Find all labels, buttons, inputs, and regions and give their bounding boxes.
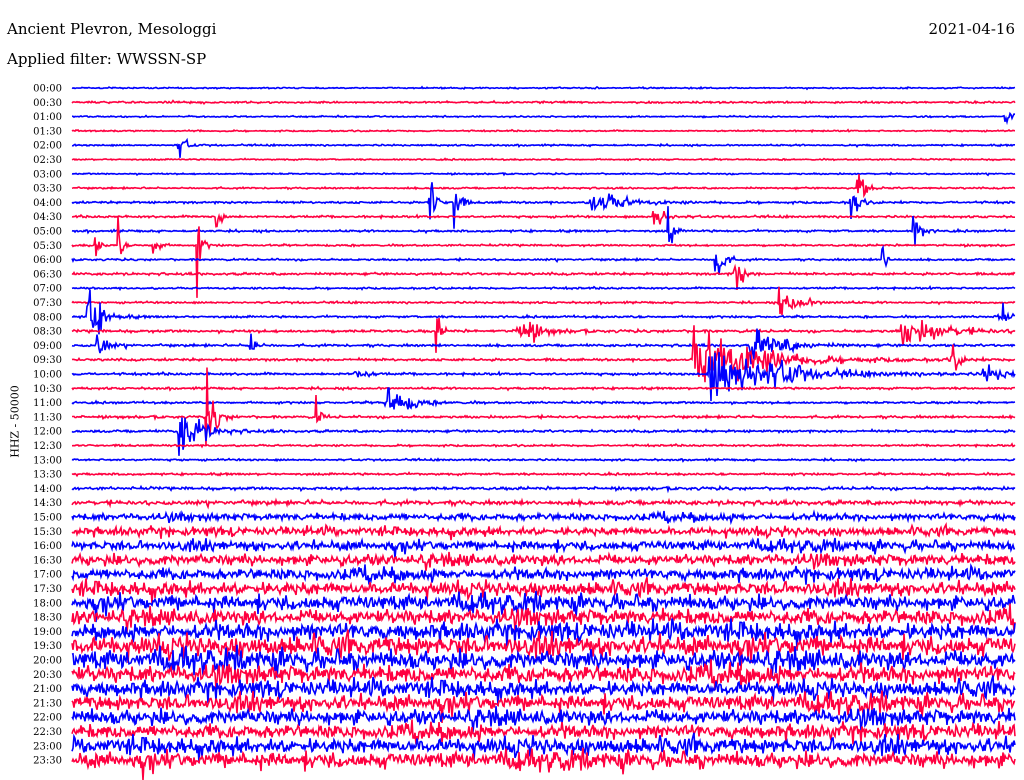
row-time-label: 18:30 <box>33 613 62 624</box>
seismic-trace-0200 <box>71 137 1015 158</box>
seismic-trace-0330 <box>71 174 1016 199</box>
row-time-label: 01:00 <box>33 112 62 123</box>
seismic-trace-1200 <box>71 417 1016 456</box>
row-time-label: 09:30 <box>33 355 62 366</box>
seismic-trace-1400 <box>71 484 1016 494</box>
row-time-label: 12:30 <box>33 441 62 452</box>
seismic-trace-0800 <box>71 289 1016 335</box>
row-time-label: 07:30 <box>33 298 62 309</box>
seismic-trace-0630 <box>71 263 1016 291</box>
row-time-label: 23:00 <box>33 741 62 752</box>
row-time-label: 22:00 <box>33 713 62 724</box>
seismic-trace-1930 <box>71 629 1016 671</box>
row-time-label: 15:30 <box>33 527 62 538</box>
seismic-trace-1730 <box>71 577 1016 604</box>
row-time-label: 06:30 <box>33 269 62 280</box>
row-time-label: 10:30 <box>33 384 62 395</box>
seismic-trace-0600 <box>71 244 1016 275</box>
row-time-label: 14:30 <box>33 498 62 509</box>
row-time-label: 20:00 <box>33 656 62 667</box>
row-time-label: 17:00 <box>33 570 62 581</box>
row-time-label: 06:00 <box>33 255 62 266</box>
seismic-trace-0000 <box>71 85 1016 91</box>
seismic-trace-1630 <box>71 551 1016 571</box>
row-time-label: 09:00 <box>33 341 62 352</box>
seismic-trace-1030 <box>71 385 1016 392</box>
row-time-label: 04:30 <box>33 212 62 223</box>
row-time-label: 08:30 <box>33 327 62 338</box>
row-time-label: 00:30 <box>33 98 62 109</box>
row-time-label: 00:00 <box>33 84 62 95</box>
row-time-label: 21:00 <box>33 684 62 695</box>
seismic-trace-1330 <box>71 470 1016 478</box>
row-time-label: 11:30 <box>33 412 62 423</box>
seismic-trace-0030 <box>71 99 1016 105</box>
helicorder-plot: 00:00 00:30 01:00 01:30 02:00 02:30 03:00 03:30… <box>33 84 1016 780</box>
seismic-trace-0500 <box>71 206 1016 245</box>
row-time-label: 01:30 <box>33 126 62 137</box>
seismic-trace-0530 <box>71 215 1015 298</box>
row-time-label: 13:00 <box>33 455 62 466</box>
row-time-label: 23:30 <box>33 756 62 767</box>
row-time-label: 04:00 <box>33 198 62 209</box>
row-time-label: 08:00 <box>33 312 62 323</box>
seismic-trace-1130 <box>72 367 1016 447</box>
row-time-label: 03:30 <box>33 184 62 195</box>
row-time-label: 15:00 <box>33 513 62 524</box>
row-time-label: 10:00 <box>33 370 62 381</box>
row-time-label: 22:30 <box>33 727 62 738</box>
seismic-trace-0430 <box>71 210 1015 228</box>
row-time-label: 19:00 <box>33 627 62 638</box>
seismic-trace-1700 <box>71 563 1016 585</box>
seismic-trace-1430 <box>71 497 1016 510</box>
row-time-label: 12:00 <box>33 427 62 438</box>
seismic-trace-1300 <box>71 457 1016 463</box>
seismic-trace-1230 <box>72 442 1016 449</box>
seismic-trace-0700 <box>71 285 1016 292</box>
row-time-label: 02:00 <box>33 141 62 152</box>
seismic-trace-0300 <box>71 171 1016 177</box>
row-time-label: 11:00 <box>33 398 62 409</box>
row-time-label: 07:00 <box>33 284 62 295</box>
row-time-label: 19:30 <box>33 641 62 652</box>
row-time-label: 16:00 <box>33 541 62 552</box>
seismic-trace-1500 <box>71 509 1016 526</box>
seismic-trace-1530 <box>71 521 1016 541</box>
row-time-label: 13:30 <box>33 470 62 481</box>
row-time-label: 14:00 <box>33 484 62 495</box>
row-time-label: 05:00 <box>33 227 62 238</box>
seismic-trace-1600 <box>71 537 1016 559</box>
row-time-label: 18:00 <box>33 598 62 609</box>
row-time-label: 20:30 <box>33 670 62 681</box>
row-time-label: 02:30 <box>33 155 62 166</box>
seismic-trace-0830 <box>71 317 1016 353</box>
row-time-label: 03:00 <box>33 169 62 180</box>
row-time-label: 17:30 <box>33 584 62 595</box>
seismic-trace-0730 <box>71 286 1016 316</box>
row-time-label: 21:30 <box>33 698 62 709</box>
row-time-label: 16:30 <box>33 555 62 566</box>
seismic-trace-0100 <box>72 111 1016 126</box>
row-time-label: 05:30 <box>33 241 62 252</box>
seismic-trace-0130 <box>71 128 1015 134</box>
seismic-trace-0230 <box>71 157 1016 162</box>
